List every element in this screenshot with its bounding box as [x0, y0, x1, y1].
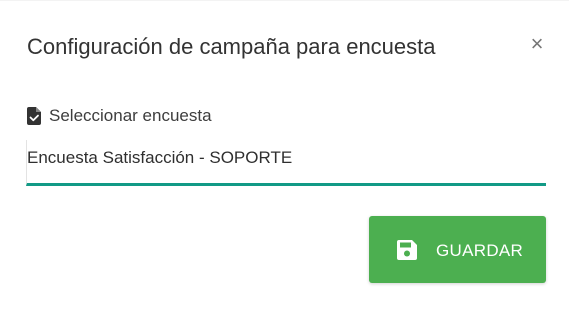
floppy-disk-icon	[397, 240, 417, 260]
field-label: Seleccionar encuesta	[49, 106, 212, 125]
survey-campaign-modal: Configuración de campaña para encuesta ×…	[0, 0, 569, 310]
save-button-label: GUARDAR	[436, 241, 524, 260]
top-divider	[0, 0, 569, 1]
close-button[interactable]: ×	[527, 31, 547, 56]
file-check-icon	[27, 107, 42, 125]
save-button[interactable]: GUARDAR	[369, 216, 546, 283]
survey-select[interactable]: Encuesta Satisfacción - SOPORTE	[26, 140, 546, 186]
field-label-row: Seleccionar encuesta	[27, 105, 212, 127]
modal-title: Configuración de campaña para encuesta	[27, 34, 436, 59]
close-icon: ×	[530, 31, 544, 56]
selected-survey-value: Encuesta Satisfacción - SOPORTE	[27, 148, 293, 167]
